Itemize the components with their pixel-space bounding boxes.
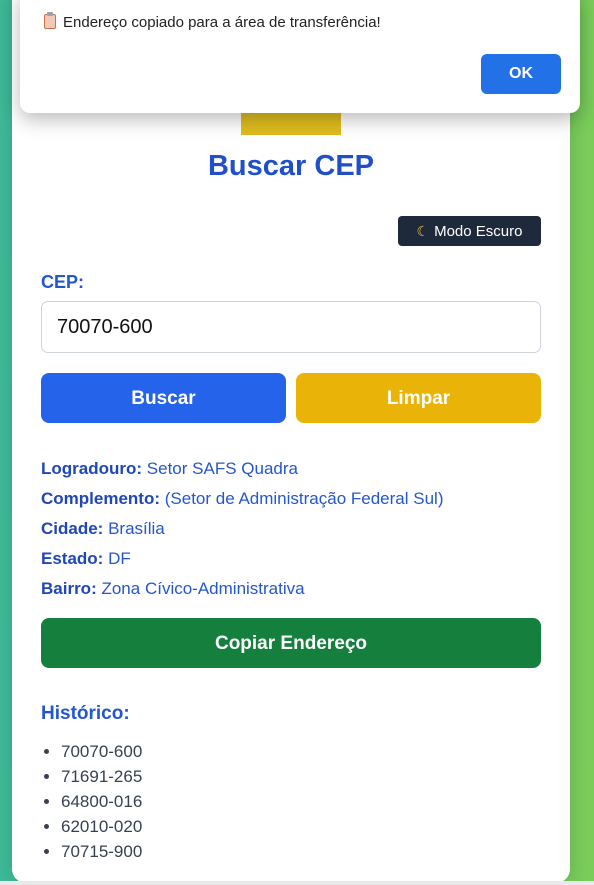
result-bairro: Bairro: Zona Cívico-Administrativa — [41, 577, 551, 607]
result-label: Cidade: — [41, 519, 104, 538]
result-cidade: Cidade: Brasília — [41, 517, 551, 547]
alert-message: Endereço copiado para a área de transfer… — [44, 12, 381, 31]
result-label: Logradouro: — [41, 459, 143, 478]
moon-icon: ☾ — [416, 223, 430, 239]
page-title: Buscar CEP — [207, 150, 374, 182]
result-complemento: Complemento: (Setor de Administração Fed… — [41, 487, 551, 517]
cep-input[interactable] — [41, 301, 541, 353]
history-title: Histórico: — [41, 703, 130, 724]
bottom-edge — [0, 881, 594, 885]
result-value: Zona Cívico-Administrativa — [101, 579, 305, 598]
result-logradouro: Logradouro: Setor SAFS Quadra — [41, 457, 551, 487]
history-item[interactable]: 64800-016 — [61, 789, 142, 814]
history-item[interactable]: 70715-900 — [61, 839, 142, 864]
search-button[interactable]: Buscar — [41, 373, 286, 423]
result-label: Estado: — [41, 549, 104, 568]
dark-mode-button[interactable]: ☾ Modo Escuro — [398, 216, 541, 246]
address-results: Logradouro: Setor SAFS Quadra Complement… — [41, 457, 551, 607]
result-value: (Setor de Administração Federal Sul) — [164, 489, 444, 508]
clipboard-icon — [44, 12, 56, 29]
result-estado: Estado: DF — [41, 547, 551, 577]
clear-button[interactable]: Limpar — [296, 373, 541, 423]
history-list: 70070-600 71691-265 64800-016 62010-020 … — [41, 739, 142, 864]
history-item[interactable]: 70070-600 — [61, 739, 142, 764]
result-label: Complemento: — [41, 489, 160, 508]
copy-address-button[interactable]: Copiar Endereço — [41, 618, 541, 668]
result-label: Bairro: — [41, 579, 97, 598]
history-item[interactable]: 62010-020 — [61, 814, 142, 839]
result-value: Brasília — [108, 519, 165, 538]
history-item[interactable]: 71691-265 — [61, 764, 142, 789]
alert-message-text: Endereço copiado para a área de transfer… — [63, 14, 381, 31]
ok-button[interactable]: OK — [481, 54, 561, 94]
dark-mode-label: Modo Escuro — [434, 223, 523, 240]
result-value: Setor SAFS Quadra — [146, 459, 298, 478]
result-value: DF — [108, 549, 131, 568]
cep-label: CEP: — [41, 272, 85, 292]
alert-dialog: Endereço copiado para a área de transfer… — [20, 0, 580, 113]
